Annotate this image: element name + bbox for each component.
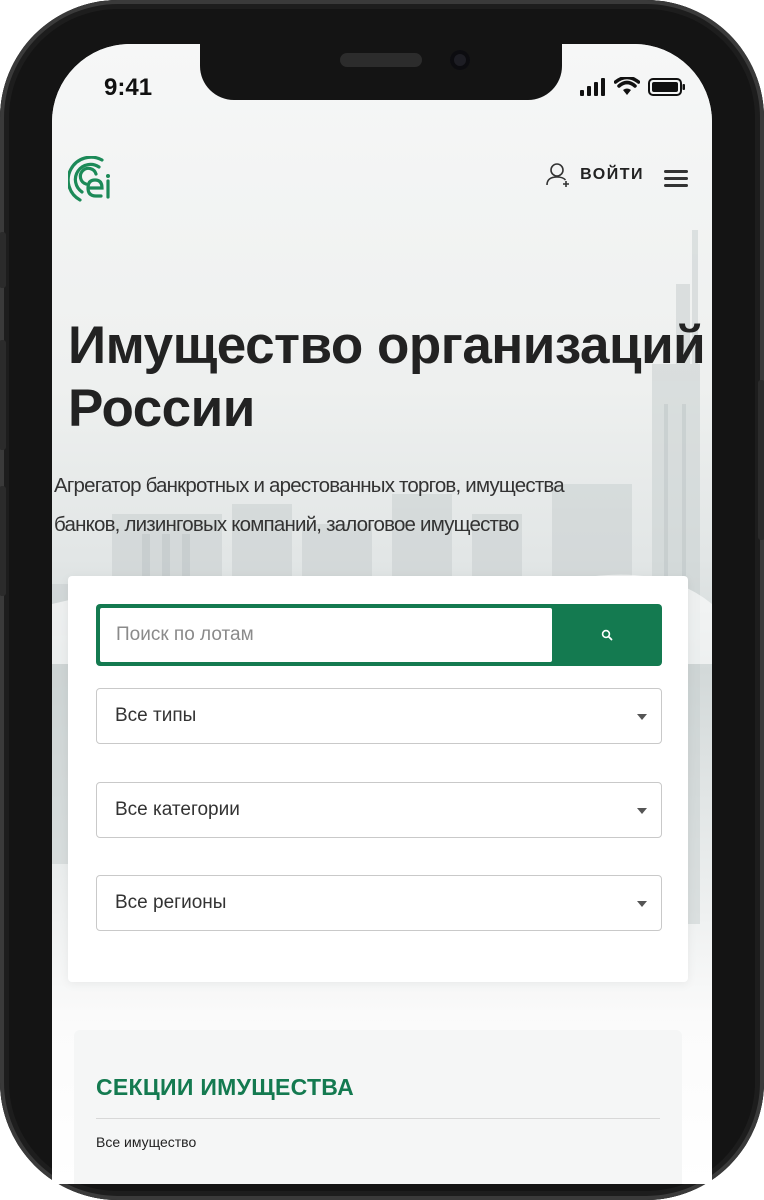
ei-logo[interactable] xyxy=(68,156,128,208)
chevron-down-icon xyxy=(637,714,647,720)
filter-category-select[interactable]: Все категории xyxy=(96,782,662,838)
sections-item-all[interactable]: Все имущество xyxy=(96,1134,196,1150)
hero-title-line1: Имущество организаций xyxy=(68,316,706,375)
status-time: 9:41 xyxy=(104,74,153,101)
hero-subtitle: Агрегатор банкротных и арестованных торг… xyxy=(54,466,694,544)
chevron-down-icon xyxy=(637,901,647,907)
search-box: Поиск по лотам xyxy=(96,604,662,666)
search-placeholder: Поиск по лотам xyxy=(116,624,254,645)
hero-title-line2: России xyxy=(68,379,255,438)
hero-title: Имущество организаций России xyxy=(68,314,712,440)
phone-notch xyxy=(200,44,562,100)
filter-type-value: Все типы xyxy=(115,705,197,726)
filter-region-select[interactable]: Все регионы xyxy=(96,875,662,931)
signal-icon xyxy=(580,78,605,96)
phone-side-button xyxy=(758,380,764,540)
wifi-icon xyxy=(614,77,640,95)
user-add-icon xyxy=(546,163,570,187)
status-icons xyxy=(580,76,686,98)
search-input[interactable]: Поиск по лотам xyxy=(100,608,552,662)
property-sections-panel: СЕКЦИИ ИМУЩЕСТВА Все имущество xyxy=(74,1030,682,1184)
hamburger-menu-icon[interactable] xyxy=(664,170,690,188)
filter-region-value: Все регионы xyxy=(115,892,227,913)
phone-side-button xyxy=(0,340,6,450)
chevron-down-icon xyxy=(637,808,647,814)
sections-divider xyxy=(96,1118,660,1119)
battery-icon xyxy=(648,78,685,96)
login-link[interactable]: войти xyxy=(546,162,644,188)
phone-screen: 9:41 ВОЙТИ Имущество организаций России … xyxy=(52,44,712,1184)
sections-title: СЕКЦИИ ИМУЩЕСТВА xyxy=(96,1074,354,1100)
hero-subtitle-line2: банков, лизинговых компаний, залоговое и… xyxy=(54,513,519,536)
hero-subtitle-line1: Агрегатор банкротных и арестованных торг… xyxy=(54,474,565,497)
filter-type-select[interactable]: Все типы xyxy=(96,688,662,744)
search-card: Поиск по лотам Все типы Все категории Вс… xyxy=(68,576,688,982)
speaker-grille xyxy=(340,53,422,67)
login-label: войти xyxy=(580,166,644,183)
search-icon xyxy=(601,629,613,641)
search-button[interactable] xyxy=(552,604,662,666)
filter-category-value: Все категории xyxy=(115,799,240,820)
front-camera xyxy=(450,50,470,70)
phone-side-button xyxy=(0,486,6,596)
phone-side-button xyxy=(0,232,6,288)
